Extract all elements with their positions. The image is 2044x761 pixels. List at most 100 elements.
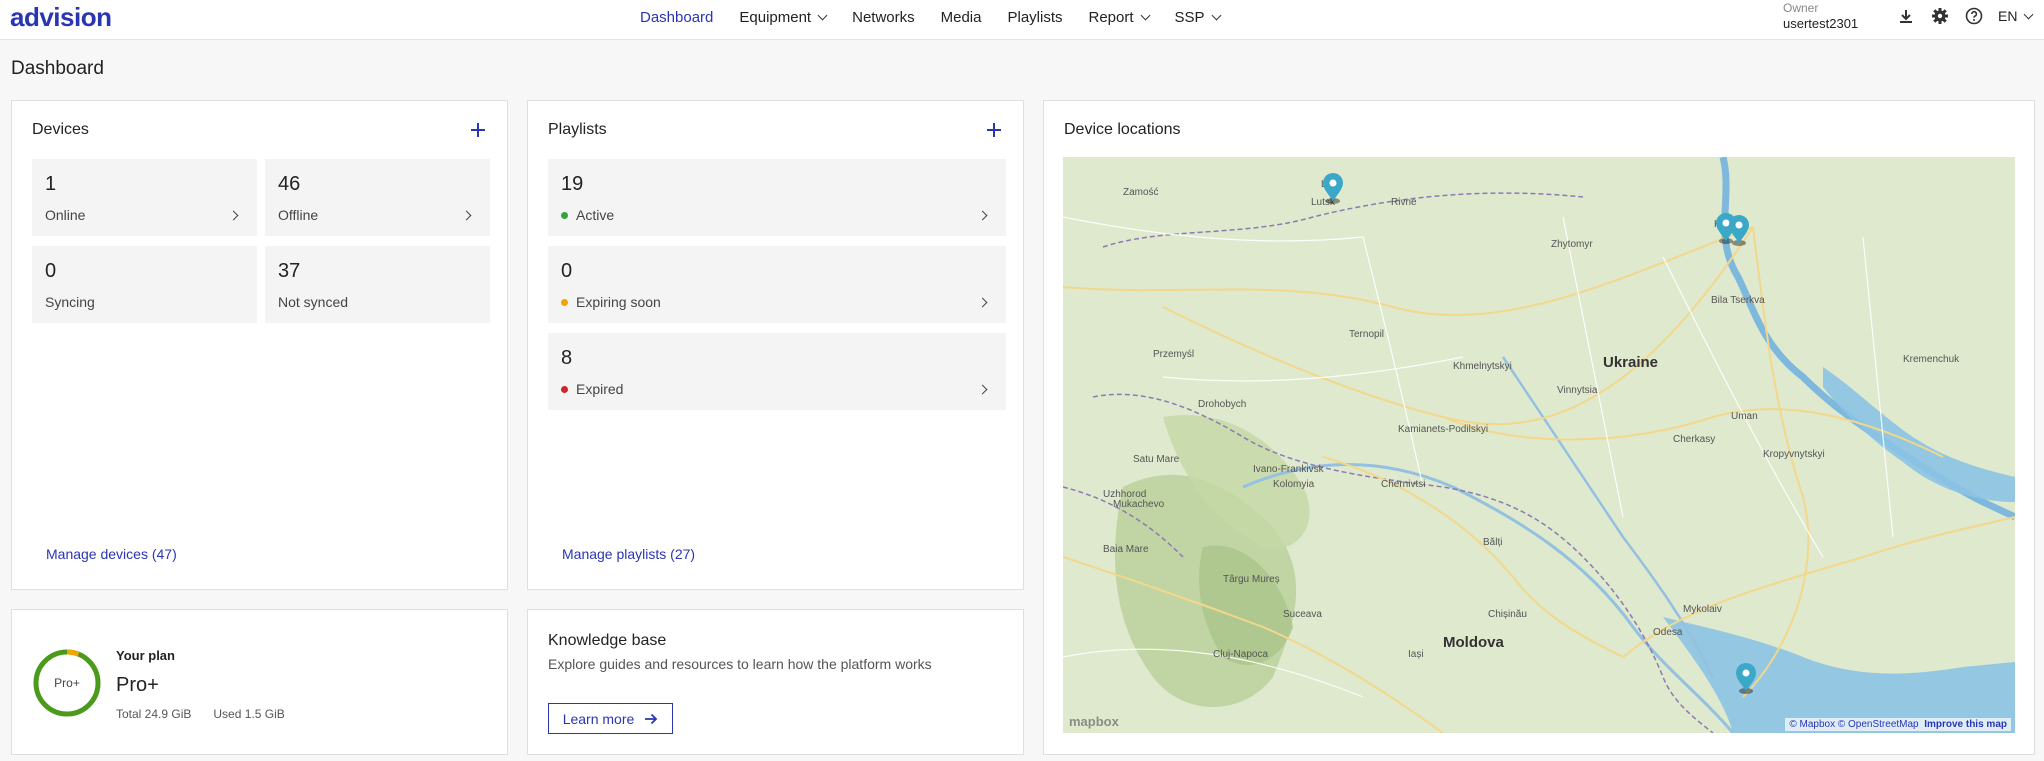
arrow-right-icon — [645, 713, 658, 724]
manage-playlists-link[interactable]: Manage playlists (27) — [562, 546, 695, 562]
learn-more-button[interactable]: Learn more — [548, 703, 673, 734]
nav-label: Dashboard — [640, 8, 714, 26]
tile-value: 19 — [561, 173, 584, 195]
tile-label-text: Expired — [576, 381, 624, 397]
tile-label-text: Syncing — [45, 294, 95, 310]
learn-more-label: Learn more — [562, 710, 635, 727]
nav-playlists[interactable]: Playlists — [1007, 9, 1062, 26]
marker-dot — [1329, 179, 1337, 187]
chevron-down-icon — [2024, 9, 2034, 19]
chevron-right-icon — [461, 210, 472, 221]
nav-media[interactable]: Media — [941, 9, 982, 26]
mapbox-logo[interactable]: mapbox — [1069, 714, 1119, 729]
map-place-label: Moldova — [1443, 634, 1504, 651]
tile-label: Not synced — [278, 294, 348, 310]
marker-dot — [1722, 219, 1730, 227]
improve-map-link[interactable]: Improve this map — [1924, 719, 2007, 730]
map-place-label: Zhytomyr — [1551, 239, 1593, 250]
nav-label: SSP — [1174, 8, 1205, 26]
tile-value: 37 — [278, 260, 301, 282]
map-place-label: Przemyśl — [1153, 349, 1194, 360]
manage-devices-link[interactable]: Manage devices (47) — [46, 546, 177, 562]
knowledge-base-description: Explore guides and resources to learn ho… — [548, 656, 932, 672]
map-place-label: Uman — [1731, 411, 1758, 422]
user-name: usertest2301 — [1783, 16, 1859, 31]
map-place-label: Ivano-Frankivsk — [1253, 464, 1325, 475]
device-map[interactable]: UkraineMoldovaLvivKyivRivneZhytomyrTerno… — [1063, 157, 2015, 733]
status-dot — [561, 385, 568, 393]
chevron-down-icon — [1211, 10, 1221, 20]
tile-expired[interactable]: 8 Expired — [548, 333, 1006, 410]
tile-label: Expired — [561, 381, 623, 397]
map-place-label: Kamianets-Podilskyi — [1398, 424, 1488, 435]
tile-label: Expiring soon — [561, 294, 661, 310]
chevron-right-icon — [228, 210, 239, 221]
language-label: EN — [1998, 8, 2018, 24]
nav-label: Equipment — [739, 8, 812, 26]
device-locations-title: Device locations — [1064, 121, 1181, 138]
add-playlist-button[interactable] — [987, 123, 1001, 137]
page-title: Dashboard — [11, 58, 104, 79]
map-place-label: Mykolaiv — [1683, 604, 1722, 615]
map-place-label: Cluj-Napoca — [1213, 649, 1268, 660]
tile-label: Online — [45, 207, 85, 223]
map-place-label: Mukachevo — [1113, 499, 1165, 510]
map-place-label: Kolomyia — [1273, 479, 1315, 490]
map-place-label: Bălți — [1483, 537, 1502, 548]
chevron-right-icon — [977, 384, 988, 395]
map-place-label: Baia Mare — [1103, 544, 1149, 555]
tile-offline[interactable]: 46 Offline — [265, 159, 490, 236]
nav-dashboard[interactable]: Dashboard — [640, 9, 713, 26]
nav-equipment[interactable]: Equipment — [739, 8, 828, 26]
language-selector[interactable]: EN — [1998, 8, 2034, 24]
brand-logo[interactable]: advision — [10, 2, 112, 33]
nav-label: Report — [1088, 8, 1134, 26]
tile-label-text: Active — [576, 207, 615, 223]
tile-online[interactable]: 1 Online — [32, 159, 257, 236]
playlists-title: Playlists — [548, 121, 607, 138]
map-credit-text[interactable]: © Mapbox © OpenStreetMap — [1789, 719, 1918, 730]
map-place-label: Ternopil — [1349, 329, 1384, 340]
nav-report[interactable]: Report — [1088, 8, 1150, 26]
tile-value: 0 — [45, 260, 57, 282]
plan-total: Total 24.9 GiB — [116, 707, 192, 721]
nav-label: Media — [940, 8, 982, 26]
nav-networks[interactable]: Networks — [852, 9, 915, 26]
tile-value: 1 — [45, 173, 57, 195]
tile-value: 46 — [278, 173, 301, 195]
tile-label: Active — [561, 207, 614, 223]
map-place-label: Bila Tserkva — [1711, 295, 1765, 306]
help-icon[interactable] — [1964, 6, 1984, 26]
user-role: Owner — [1783, 1, 1819, 15]
gear-icon[interactable] — [1930, 6, 1950, 26]
user-menu[interactable]: Owner usertest2301 — [1783, 0, 1858, 32]
plan-ring-label: Pro+ — [54, 676, 80, 690]
tile-active[interactable]: 19 Active — [548, 159, 1006, 236]
map-place-label: Rivne — [1391, 197, 1417, 208]
download-icon[interactable] — [1896, 6, 1916, 26]
map-place-label: Khmelnytskyi — [1453, 361, 1512, 372]
plan-stats: Total 24.9 GiB Used 1.5 GiB — [116, 707, 285, 721]
map-place-label: Chișinău — [1488, 609, 1527, 620]
chevron-down-icon — [1140, 10, 1150, 20]
map-place-label: Odesa — [1653, 627, 1683, 638]
plan-name: Pro+ — [116, 674, 159, 696]
tile-label-text: Offline — [278, 207, 319, 223]
map-place-label: Suceava — [1283, 609, 1322, 620]
map-place-label: Chernivtsi — [1381, 479, 1425, 490]
map-place-label: Târgu Mureș — [1223, 574, 1280, 585]
map-place-label: Ukraine — [1603, 354, 1658, 371]
map-place-label: Zamość — [1123, 187, 1159, 198]
add-device-button[interactable] — [471, 123, 485, 137]
tile-expiring-soon[interactable]: 0 Expiring soon — [548, 246, 1006, 323]
chevron-down-icon — [817, 10, 828, 20]
nav-ssp[interactable]: SSP — [1174, 8, 1221, 26]
marker-dot — [1735, 221, 1743, 229]
nav-label: Networks — [852, 8, 915, 26]
top-navbar: advision Dashboard Equipment Networks Me… — [0, 0, 2044, 40]
map-canvas: UkraineMoldovaLvivKyivRivneZhytomyrTerno… — [1063, 157, 2015, 733]
map-place-label: Drohobych — [1198, 399, 1246, 410]
toolbar: EN — [1896, 6, 2034, 26]
tile-not-synced: 37 Not synced — [265, 246, 490, 323]
map-place-label: Kremenchuk — [1903, 354, 1960, 365]
